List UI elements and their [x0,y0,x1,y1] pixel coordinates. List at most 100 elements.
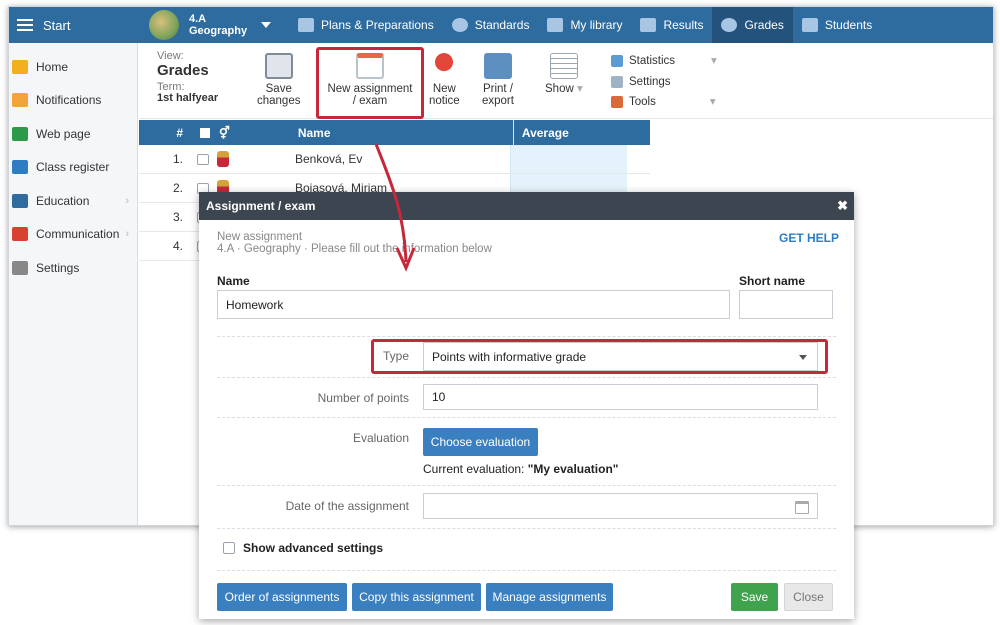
divider [217,485,836,486]
table-header: # ⚥ Name Average [139,120,650,145]
sidebar-item-label: Notifications [36,93,102,108]
sidebar-item-label: Class register [36,160,110,175]
sidebar-item-class-register[interactable]: Class register [9,151,137,185]
order-assignments-button[interactable]: Order of assignments [217,583,347,611]
advanced-label: Show advanced settings [243,541,384,555]
header-name: Name [297,125,331,140]
chevron-down-icon: ▾ [709,96,716,108]
current-eval-value: "My evaluation" [527,462,619,476]
chevron-down-icon: ▾ [711,55,717,67]
points-input[interactable]: 10 [423,384,818,410]
hamburger-icon [17,19,33,31]
star-icon [12,59,28,74]
show-button[interactable]: Show ▾ [545,53,583,95]
button-label: changes [257,95,301,107]
view-value: Grades [157,62,209,79]
student-name[interactable]: Benková, Ev [295,152,510,166]
statistics-icon [611,55,623,68]
nav-library[interactable]: My library [538,7,631,43]
sidebar-item-home[interactable]: Home [9,50,137,84]
class-logo [149,10,179,40]
tools-menu[interactable]: Tools ▾ [611,92,717,113]
assignment-dialog: Assignment / exam ✖ New assignment 4.A ·… [199,192,854,619]
row-number: 1. [172,152,183,166]
choose-evaluation-button[interactable]: Choose evaluation [423,428,538,456]
book-icon [12,193,28,208]
chevron-down-icon [261,22,272,28]
nav-grades[interactable]: Grades [712,7,793,43]
row-number: 3. [172,210,183,224]
start-label: Start [43,17,71,33]
subtitle-line-1: New assignment [217,231,303,243]
advanced-checkbox[interactable] [223,542,235,554]
bar-chart-icon [640,18,657,32]
sidebar-item-web-page[interactable]: Web page [9,117,137,151]
short-name-input[interactable] [739,290,833,319]
calendar-icon[interactable] [795,501,809,514]
advanced-settings-toggle[interactable]: Show advanced settings [223,541,383,555]
button-label: Show ▾ [545,83,583,95]
student-avatar-icon [217,151,229,167]
class-selector[interactable]: 4.A Geography [149,10,289,40]
students-icon [801,18,818,32]
sidebar-item-label: Settings [36,260,80,275]
button-label: notice [429,95,460,107]
manage-assignments-button[interactable]: Manage assignments [486,583,613,611]
header-number: # [176,125,183,140]
settings-menu[interactable]: Settings [611,72,717,93]
sidebar-item-settings[interactable]: Settings [9,251,137,285]
row-number: 2. [172,181,183,195]
name-input[interactable]: Homework [217,290,730,319]
toolbar: View: Grades Term: 1st halfyear Save cha… [139,43,993,119]
start-menu-button[interactable]: Start [9,7,139,43]
nav-results[interactable]: Results [631,7,712,43]
nav-label: Plans & Preparations [321,18,434,32]
settings-label: Settings [629,75,671,88]
sidebar-item-label: Web page [36,126,91,141]
date-input[interactable] [423,493,818,519]
save-button[interactable]: Save [731,583,778,611]
new-notice-button[interactable]: New notice [429,53,460,107]
header-average: Average [512,120,630,145]
sidebar-item-label: Education [36,193,90,208]
nav-students[interactable]: Students [793,7,881,43]
show-label: Show [545,83,574,95]
nav-label: Grades [744,18,784,32]
grid-icon [549,53,578,79]
nav-plans[interactable]: Plans & Preparations [289,7,443,43]
short-name-label: Short name [739,274,806,288]
row-checkbox[interactable] [197,153,209,165]
sidebar-item-communication[interactable]: Communication › [9,218,137,252]
sidebar-item-education[interactable]: Education › [9,184,137,218]
view-selector[interactable]: View: Grades Term: 1st halfyear [157,51,218,104]
sidebar-item-notifications[interactable]: Notifications [9,84,137,118]
name-label: Name [217,274,250,288]
statistics-menu[interactable]: Statistics ▾ [611,51,717,72]
date-label: Date of the assignment [285,499,409,513]
select-all-checkbox[interactable] [200,127,210,138]
save-changes-button[interactable]: Save changes [257,53,300,107]
button-label: New [432,83,456,95]
tools-label: Tools [629,96,656,108]
copy-assignment-button[interactable]: Copy this assignment [352,583,481,611]
get-help-link[interactable]: GET HELP [779,231,839,245]
divider [217,417,836,418]
nav-label: Standards [474,18,530,32]
gender-icon: ⚥ [219,125,230,140]
top-navbar: Start 4.A Geography Plans & Preparations… [9,7,993,43]
grades-icon [721,18,738,32]
highlight-new-assignment [316,47,424,119]
sidebar-item-label: Home [36,59,69,74]
nav-standards[interactable]: Standards [443,7,539,43]
print-export-button[interactable]: Print / export [482,53,514,107]
sidebar: Home Notifications Web page Class regist… [9,43,138,525]
divider [217,336,836,337]
sidebar-item-label: Communication [36,227,120,242]
subject-name: Geography [189,25,248,37]
chevron-right-icon: › [125,194,129,207]
save-icon [264,53,293,79]
folder-icon [298,18,314,32]
tools-icon [611,96,623,109]
close-button[interactable]: Close [784,583,833,611]
close-icon[interactable]: ✖ [837,198,848,214]
